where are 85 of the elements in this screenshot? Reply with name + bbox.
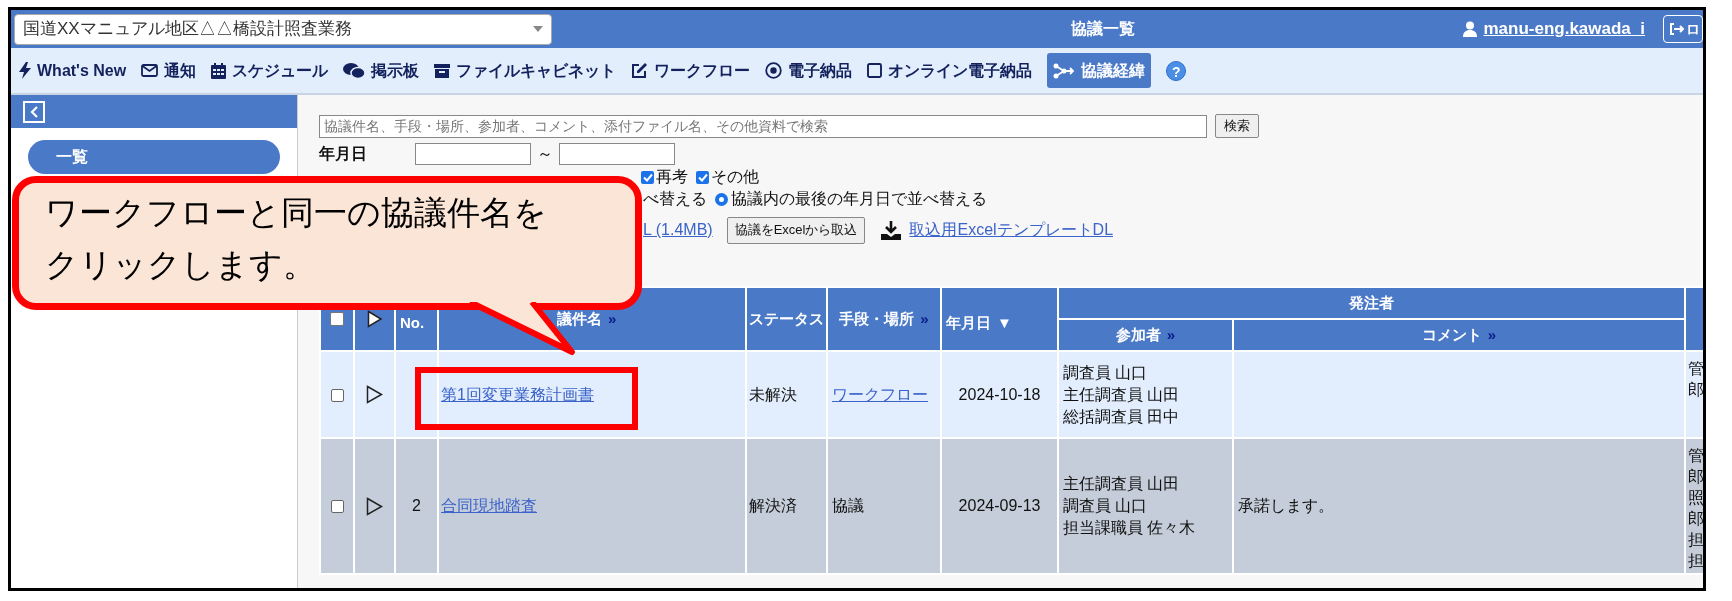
help-button[interactable]: ? (1166, 60, 1187, 81)
column-header[interactable]: 参加者 » (1058, 319, 1233, 351)
sort-option-label: べ替える (643, 189, 707, 209)
search-button[interactable]: 検索 (1215, 114, 1259, 138)
envelope-icon (141, 64, 159, 77)
nav-tab[interactable]: ファイルキャビネット (434, 53, 617, 88)
checkbox[interactable] (330, 500, 344, 514)
date-text: 2024-10-18 (958, 385, 1041, 403)
play-icon[interactable] (366, 496, 383, 516)
checkbox[interactable] (330, 312, 344, 326)
lightning-icon (19, 62, 31, 79)
column-label: 年月日 (946, 313, 991, 331)
row-number: 2 (412, 497, 421, 514)
manual-link[interactable]: L (1.4MB) (643, 218, 713, 242)
nav-tab[interactable]: ワークフロー (631, 53, 751, 88)
status-text: 解決済 (749, 497, 797, 514)
sort-icon: ▼ (997, 313, 1012, 331)
consultation-link[interactable]: 合同現地踏査 (441, 497, 537, 514)
user-icon (1463, 21, 1478, 37)
sidebar-item[interactable]: 一覧 (28, 140, 280, 174)
participants-text: 調査員 山口 主任調査員 山田 総括調査員 田中 (1063, 363, 1180, 425)
play-icon[interactable] (366, 310, 383, 328)
checkbox[interactable] (330, 388, 344, 402)
range-separator: ～ (537, 144, 553, 164)
import-button[interactable]: 協議をExcelから取込 (726, 216, 866, 244)
column-text: 管 郎 (1688, 360, 1703, 398)
column-header[interactable]: 年月日 ▼ (941, 287, 1058, 351)
group-header: 発注者 (1058, 287, 1685, 319)
column-label: No. (400, 313, 425, 331)
pencil-square-icon (631, 62, 649, 79)
page-title: 協議一覧 (1070, 19, 1135, 39)
project-select[interactable]: 国道XXマニュアル地区△△橋設計照査業務 (14, 13, 552, 45)
user-link[interactable]: manu-eng.kawada_i (1483, 16, 1645, 42)
status-text: 未解決 (749, 385, 797, 403)
date-label: 年月日 (319, 144, 368, 164)
branch-arrows-icon (1053, 62, 1076, 79)
column-header[interactable]: ステータス (746, 287, 827, 351)
expand-columns-icon: » (1166, 325, 1176, 343)
column-label: 参加者 (1115, 325, 1161, 343)
nav-tab[interactable]: スケジュール (211, 53, 329, 88)
column-text: 管 郎 照 郎 担 担 (1688, 447, 1703, 569)
sort-option-label: 協議内の最後の年月日で並べ替える (731, 189, 987, 209)
expand-columns-icon: » (608, 309, 617, 327)
back-button[interactable] (23, 100, 45, 123)
chevron-left-icon (30, 105, 38, 118)
column-label: 議件名 (557, 309, 602, 327)
calendar-icon (211, 62, 227, 79)
checkbox[interactable] (696, 170, 709, 184)
nav-tab[interactable]: 協議経緯 (1047, 53, 1152, 88)
square-icon (867, 63, 883, 78)
download-icon (881, 220, 902, 240)
archive-box-icon (434, 63, 451, 78)
expand-columns-icon: » (1487, 325, 1497, 343)
chat-bubbles-icon (343, 62, 366, 79)
filter-label: その他 (711, 167, 759, 187)
method-text: 協議 (832, 497, 864, 514)
column-label: コメント (1421, 325, 1482, 343)
radio-circle-icon (765, 62, 783, 79)
nav-tab[interactable]: 通知 (141, 53, 197, 88)
date-text: 2024-09-13 (958, 497, 1041, 514)
date-to-field[interactable] (559, 143, 675, 165)
logout-button[interactable]: ロ (1663, 15, 1703, 43)
checkbox[interactable] (641, 170, 654, 184)
nav-tab[interactable]: What's New (19, 53, 127, 88)
column-header[interactable]: 手段・場所 » (827, 287, 941, 351)
filter-label: 再考 (656, 167, 688, 187)
radio-button[interactable] (715, 192, 728, 206)
column-label: ステータス (749, 309, 824, 327)
caret-icon (533, 26, 543, 32)
consultation-link[interactable]: 第1回変更業務計画書 (441, 385, 594, 403)
nav-tab[interactable]: 掲示板 (343, 53, 420, 88)
nav-tab[interactable]: オンライン電子納品 (867, 53, 1033, 88)
expand-columns-icon: » (920, 309, 929, 327)
participants-text: 主任調査員 山田 調査員 山口 担当課職員 佐々木 (1063, 475, 1196, 536)
comment-text: 承諾します。 (1238, 497, 1334, 514)
date-from-field[interactable] (415, 143, 531, 165)
column-header[interactable]: コメント » (1233, 319, 1685, 351)
project-name: 国道XXマニュアル地区△△橋設計照査業務 (23, 18, 352, 41)
nav-tab[interactable]: 電子納品 (765, 53, 853, 88)
play-icon[interactable] (366, 385, 383, 404)
column-label: 手段・場所 (839, 309, 915, 327)
logout-icon (1670, 23, 1684, 35)
search-field[interactable]: 協議件名、手段・場所、参加者、コメント、添付ファイル名、その他資料で検索 (319, 114, 1207, 138)
template-download-link[interactable]: 取込用ExcelテンプレートDL (909, 218, 1114, 242)
method-link[interactable]: ワークフロー (832, 385, 928, 403)
